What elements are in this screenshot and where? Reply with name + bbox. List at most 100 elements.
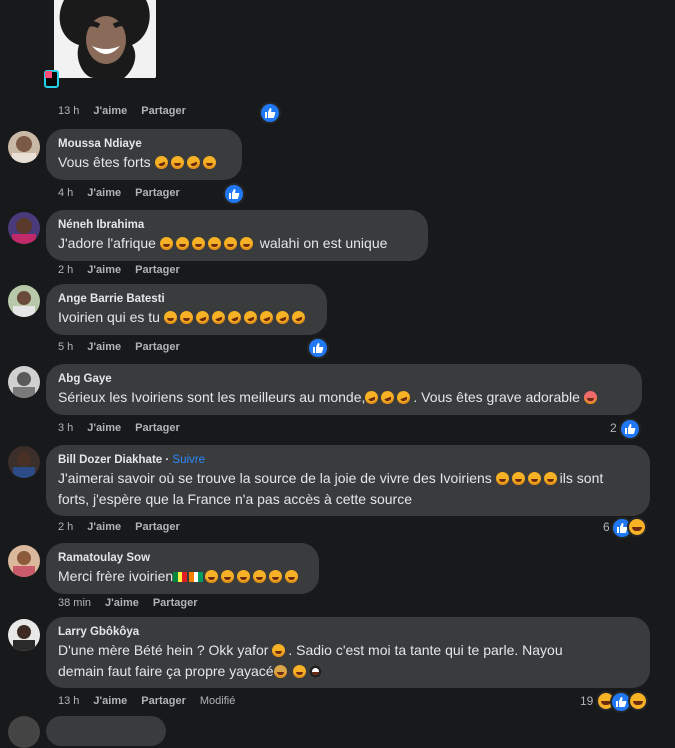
like-reaction-icon[interactable] — [259, 102, 281, 124]
like-reaction-icon[interactable] — [619, 418, 641, 440]
comment-text: J'adore l'afrique walahi on est unique — [58, 235, 388, 251]
comment-actions: 5 h J'aime Partager — [58, 341, 194, 353]
author-name[interactable]: Ramatoulay Sow — [58, 550, 307, 566]
comment-bubble: Ramatoulay Sow Merci frère ivoirien — [46, 543, 319, 594]
like-link[interactable]: J'aime — [87, 264, 121, 276]
rofl-emoji — [395, 389, 413, 406]
haha-reaction-icon[interactable] — [628, 691, 648, 711]
comment-actions: 2 h J'aime Partager — [58, 264, 194, 276]
joy-emoji — [191, 237, 205, 250]
avatar[interactable] — [8, 285, 40, 317]
avatar[interactable] — [8, 716, 40, 748]
reaction-count[interactable]: 2 — [610, 421, 617, 435]
joy-emoji — [221, 570, 235, 583]
rofl-emoji — [242, 309, 259, 326]
share-link[interactable]: Partager — [141, 105, 186, 117]
joy-emoji — [237, 570, 251, 583]
timestamp: 4 h — [58, 187, 74, 199]
like-link[interactable]: J'aime — [93, 695, 127, 707]
rofl-emoji — [226, 309, 243, 326]
share-link[interactable]: Partager — [135, 521, 180, 533]
joy-emoji — [202, 156, 216, 169]
folded-hands-emoji — [273, 665, 287, 678]
share-link[interactable]: Partager — [153, 597, 198, 609]
rofl-emoji — [210, 309, 227, 326]
like-link[interactable]: J'aime — [87, 341, 121, 353]
rofl-emoji — [184, 154, 202, 171]
comment-bubble: Larry Gbôkôya D'une mère Bété hein ? Okk… — [46, 617, 650, 688]
comment-text: Vous êtes forts — [58, 152, 230, 173]
comment-text: D'une mère Bété hein ? Okk yafor . Sadio… — [58, 642, 563, 679]
avatar[interactable] — [8, 366, 40, 398]
like-link[interactable]: J'aime — [87, 422, 121, 434]
comment-actions: 13 h J'aime Partager Modifié — [58, 695, 249, 707]
timestamp: 2 h — [58, 264, 74, 276]
grin-emoji — [163, 311, 177, 324]
share-link[interactable]: Partager — [141, 695, 186, 707]
cote-divoire-flag-icon — [189, 567, 204, 582]
avatar[interactable] — [8, 446, 40, 478]
comment-text: Merci frère ivoirien — [58, 566, 307, 587]
comment-actions: 2 h J'aime Partager — [58, 521, 194, 533]
author-name[interactable]: Ange Barrie Batesti — [58, 291, 315, 307]
gif-icon — [44, 70, 60, 88]
avatar[interactable] — [8, 212, 40, 244]
share-link[interactable]: Partager — [135, 264, 180, 276]
avatar[interactable] — [8, 619, 40, 651]
rofl-emoji — [290, 309, 307, 326]
timestamp: 3 h — [58, 422, 74, 434]
grin-emoji — [527, 472, 541, 485]
author-name[interactable]: Néneh Ibrahima — [58, 217, 416, 233]
like-reaction-icon[interactable] — [307, 337, 329, 359]
comment-gif-image[interactable] — [54, 0, 156, 78]
joy-emoji — [272, 644, 286, 657]
comment-bubble: Bill Dozer Diakhate · Suivre J'aimerai s… — [46, 445, 650, 516]
joy-emoji — [223, 237, 237, 250]
haha-reaction-icon[interactable] — [627, 517, 647, 537]
author-name[interactable]: Larry Gbôkôya — [58, 624, 638, 640]
avatar[interactable] — [8, 131, 40, 163]
timestamp: 13 h — [58, 105, 80, 117]
grin-emoji — [511, 472, 525, 485]
avatar[interactable] — [8, 545, 40, 577]
rofl-emoji — [274, 309, 291, 326]
author-name[interactable]: Moussa Ndiaye — [58, 136, 230, 152]
like-link[interactable]: J'aime — [93, 105, 127, 117]
comment-bubble: Abg Gaye Sérieux les Ivoiriens sont les … — [46, 364, 642, 415]
follow-link[interactable]: Suivre — [172, 454, 205, 466]
timestamp: 5 h — [58, 341, 74, 353]
rofl-emoji — [379, 389, 397, 406]
share-link[interactable]: Partager — [135, 341, 180, 353]
joy-emoji — [175, 237, 189, 250]
soccer-ball-emoji — [309, 665, 323, 678]
timestamp: 2 h — [58, 521, 74, 533]
like-link[interactable]: J'aime — [105, 597, 139, 609]
reaction-count[interactable]: 6 — [603, 520, 610, 534]
author-name[interactable]: Bill Dozer Diakhate — [58, 454, 162, 466]
reaction-count[interactable]: 19 — [580, 694, 593, 708]
heart-face-emoji — [583, 391, 597, 404]
edited-label: Modifié — [199, 695, 236, 707]
joy-emoji — [285, 570, 299, 583]
author-name-row: Bill Dozer Diakhate · Suivre — [58, 454, 206, 466]
comment-actions: 4 h J'aime Partager — [58, 187, 194, 199]
grin-emoji — [543, 472, 557, 485]
joy-emoji — [205, 570, 219, 583]
comment-text: Sérieux les Ivoiriens sont les meilleurs… — [58, 387, 630, 408]
comment-actions: 3 h J'aime Partager — [58, 422, 194, 434]
comment-actions: 38 min J'aime Partager — [58, 597, 211, 609]
comment-bubble: Ange Barrie Batesti Ivoirien qui es tu — [46, 284, 327, 335]
comment-bubble: Néneh Ibrahima J'adore l'afrique walahi … — [46, 210, 428, 261]
joy-emoji — [207, 237, 221, 250]
share-link[interactable]: Partager — [135, 422, 180, 434]
joy-emoji — [159, 237, 173, 250]
like-link[interactable]: J'aime — [87, 187, 121, 199]
share-link[interactable]: Partager — [135, 187, 180, 199]
like-reaction-icon[interactable] — [223, 183, 245, 205]
author-name[interactable]: Abg Gaye — [58, 371, 630, 387]
like-link[interactable]: J'aime — [87, 521, 121, 533]
rofl-emoji — [152, 154, 170, 171]
joy-emoji — [293, 665, 307, 678]
timestamp: 13 h — [58, 695, 80, 707]
rofl-emoji — [258, 309, 275, 326]
